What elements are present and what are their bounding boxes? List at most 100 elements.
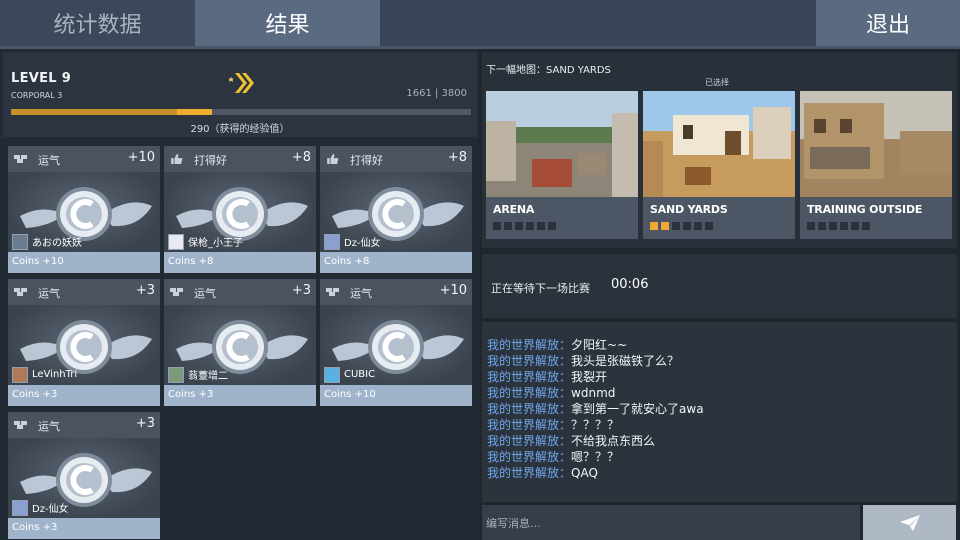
chat-input[interactable]: 编写消息... (482, 505, 860, 540)
vote-square (818, 222, 826, 230)
player-name: 蓊薹增二 (188, 371, 228, 382)
card-header: 打得好 +8 (320, 146, 472, 172)
chat-username: 我的世界解放 (487, 466, 560, 480)
player-name: あおの妖妖 (32, 238, 82, 249)
vote-indicator (807, 222, 870, 230)
vote-indicator (650, 222, 713, 230)
player-name: Dz-仙女 (344, 238, 381, 249)
chat-message: 我的世界解放：嗯？？？ (487, 449, 704, 465)
chat-text: 夕阳红~~ (571, 338, 628, 352)
vote-square (683, 222, 691, 230)
coins-footer: Coins +3 (164, 385, 316, 406)
chat-message: 我的世界解放：？？？？ (487, 417, 704, 433)
vote-square (829, 222, 837, 230)
reward-card: 运气 +10 CUBIC Coins +10 (320, 279, 472, 406)
exit-button[interactable]: 退出 (816, 0, 960, 46)
card-header: 运气 +3 (164, 279, 316, 305)
coins-label: Coins +3 (12, 522, 58, 533)
chat-text: 我裂开 (571, 370, 608, 384)
vote-square (526, 222, 534, 230)
chat-message: 我的世界解放：我裂开 (487, 369, 704, 385)
vote-square (840, 222, 848, 230)
chat-message: 我的世界解放：我头是张磁铁了么？ (487, 353, 704, 369)
xp-gained-text: 290（获得的经验值） (190, 124, 290, 135)
card-points: +8 (291, 150, 311, 165)
send-icon (899, 514, 920, 531)
chat-text: ？？？？ (571, 418, 620, 432)
player-name: CUBIC (344, 369, 376, 380)
map-card-sand-yards[interactable]: SAND YARDS (643, 91, 795, 239)
avatar (168, 233, 184, 250)
chat-separator: ： (559, 402, 572, 416)
avatar (324, 233, 340, 250)
card-player: あおの妖妖 (12, 233, 82, 250)
level-progress: LEVEL 9 CORPORAL 3 1661 | 3800 290（获得的经验… (3, 52, 477, 137)
chat-text: QAQ (571, 466, 598, 480)
avatar (12, 233, 28, 250)
avatar (12, 366, 28, 383)
player-name: LeVinhTri (32, 369, 78, 380)
vote-square (493, 222, 501, 230)
player-name: Dz-仙女 (32, 504, 69, 515)
coins-footer: Coins +10 (8, 252, 160, 273)
chat-message: 我的世界解放：夕阳红~~ (487, 337, 704, 353)
chat-username: 我的世界解放 (487, 418, 560, 432)
chat-separator: ： (559, 386, 572, 400)
map-name: ARENA (493, 203, 535, 216)
card-category: 运气 (38, 420, 60, 433)
card-player: Dz-仙女 (324, 233, 381, 250)
tab-stats[interactable]: 统计数据 (0, 0, 195, 46)
reward-card: 运气 +3 蓊薹增二 Coins +3 (164, 279, 316, 406)
card-header: 打得好 +8 (164, 146, 316, 172)
reward-card: 运气 +3 Dz-仙女 Coins +3 (8, 412, 160, 539)
vote-square (650, 222, 658, 230)
chat-username: 我的世界解放 (487, 402, 560, 416)
luck-icon (14, 155, 27, 163)
player-name: 保枪_小王子 (188, 238, 243, 249)
chat-message: 我的世界解放：拿到第一了就安心了awa (487, 401, 704, 417)
rank-name: CORPORAL 3 (11, 91, 63, 100)
card-category: 运气 (38, 154, 60, 167)
vote-square (862, 222, 870, 230)
chat-separator: ： (559, 434, 572, 448)
waiting-panel: 正在等待下一场比赛 00:06 (482, 254, 957, 318)
chat-username: 我的世界解放 (487, 434, 560, 448)
selected-label: 已选择 (705, 78, 729, 87)
vote-square (515, 222, 523, 230)
map-card-arena[interactable]: ARENA (486, 91, 638, 239)
map-thumbnail (486, 91, 638, 197)
chat-separator: ： (559, 354, 572, 368)
chat-separator: ： (559, 338, 572, 352)
chat-panel[interactable]: 我的世界解放：夕阳红~~ 我的世界解放：我头是张磁铁了么？ 我的世界解放：我裂开 我的… (482, 322, 957, 502)
coins-footer: Coins +3 (8, 385, 160, 406)
map-card-training-outside[interactable]: TRAINING OUTSIDE (800, 91, 952, 239)
map-vote-panel: 下一幅地图：SAND YARDS 已选择 ARENA SAND YARDS TR… (482, 52, 957, 248)
next-map-label: 下一幅地图：SAND YARDS (486, 65, 611, 76)
xp-bar-gain (177, 109, 212, 115)
card-header: 运气 +3 (8, 412, 160, 438)
chat-message: 我的世界解放：wdnmd (487, 385, 704, 401)
waiting-timer: 00:06 (611, 277, 649, 292)
waiting-label: 正在等待下一场比赛 (491, 282, 590, 295)
card-player: CUBIC (324, 366, 375, 383)
avatar (12, 499, 28, 516)
coins-label: Coins +10 (324, 389, 376, 400)
card-header: 运气 +3 (8, 279, 160, 305)
card-points: +8 (447, 150, 467, 165)
coins-label: Coins +3 (12, 389, 58, 400)
map-name: SAND YARDS (650, 203, 728, 216)
coins-label: Coins +3 (168, 389, 214, 400)
level-title: LEVEL 9 (11, 71, 72, 86)
reward-card: 打得好 +8 保枪_小王子 Coins +8 (164, 146, 316, 273)
tab-results[interactable]: 结果 (195, 0, 380, 46)
chat-username: 我的世界解放 (487, 354, 560, 368)
vote-square (661, 222, 669, 230)
chat-username: 我的世界解放 (487, 450, 560, 464)
send-button[interactable] (863, 505, 956, 540)
chat-username: 我的世界解放 (487, 370, 560, 384)
chat-separator: ： (559, 418, 572, 432)
luck-icon (14, 288, 27, 296)
thumbs-up-icon (327, 154, 339, 164)
vote-square (851, 222, 859, 230)
chat-separator: ： (559, 450, 572, 464)
